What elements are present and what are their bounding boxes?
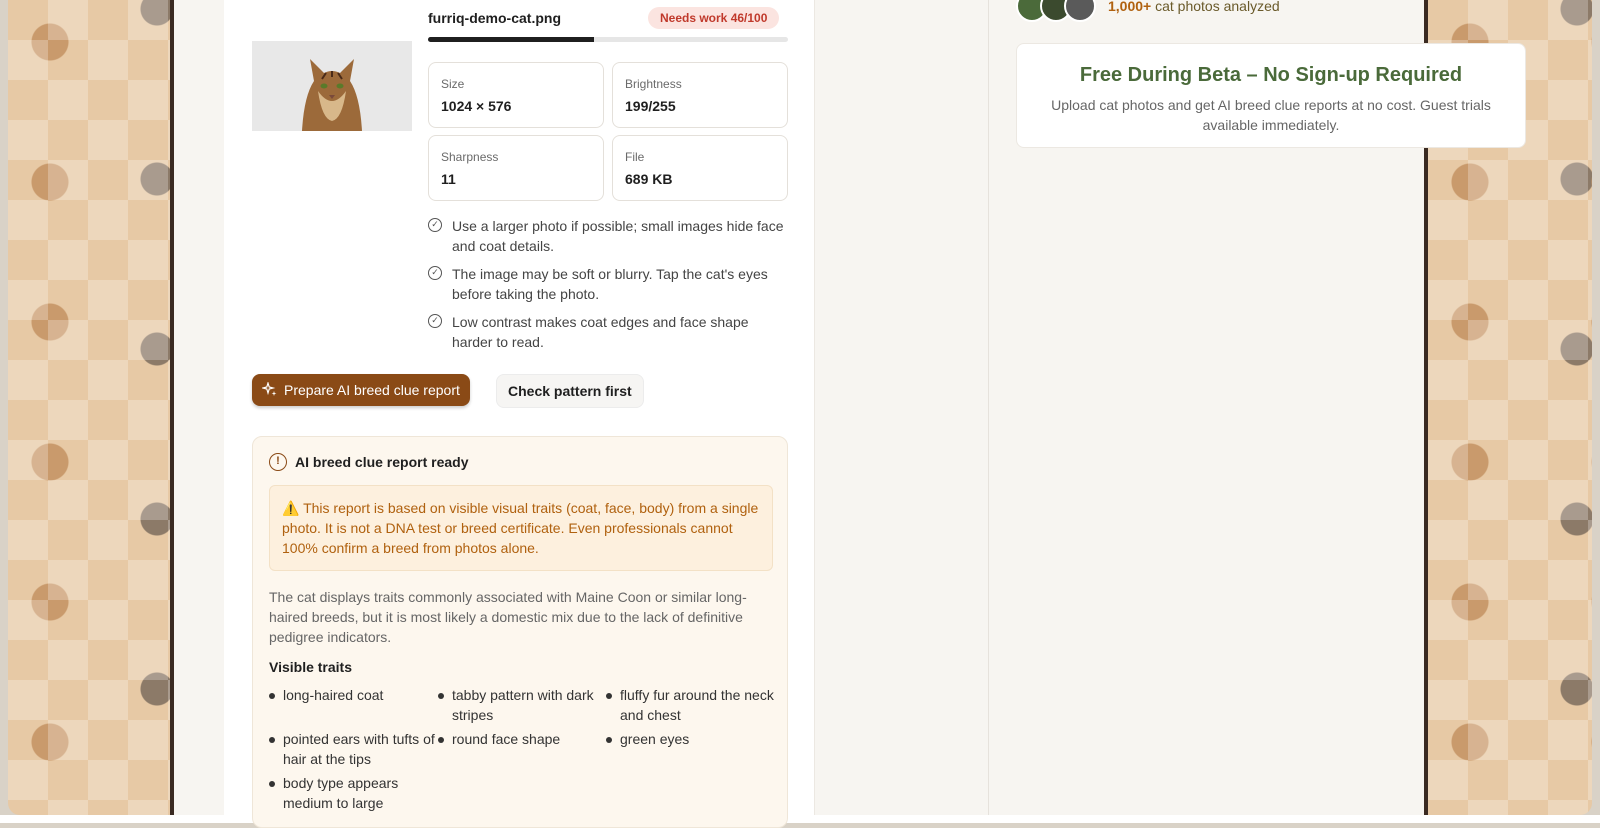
analyzed-label: cat photos analyzed [1155, 0, 1280, 14]
stat-file-size: File 689 KB [612, 135, 788, 201]
check-pattern-label: Check pattern first [508, 383, 632, 399]
trait-item: round face shape [438, 729, 612, 749]
check-circle-icon: ✓ [428, 218, 442, 232]
prepare-report-button[interactable]: Prepare AI breed clue report [252, 374, 470, 406]
quality-progress-fill [428, 37, 594, 42]
tip-text: Use a larger photo if possible; small im… [452, 218, 784, 254]
social-proof-text: 1,000+ cat photos analyzed [1108, 0, 1280, 14]
beta-title: Free During Beta – No Sign-up Required [1079, 64, 1463, 86]
quality-progress-bar [428, 37, 788, 42]
report-summary: The cat displays traits commonly associa… [269, 589, 747, 645]
beta-description: Upload cat photos and get AI breed clue … [1051, 97, 1491, 133]
check-circle-icon: ✓ [428, 266, 442, 280]
stat-label: Size [441, 77, 465, 91]
stat-brightness: Brightness 199/255 [612, 62, 788, 128]
stat-label: Brightness [625, 77, 682, 91]
trait-item: body type appears medium to large [269, 773, 443, 813]
stat-value: 1024 × 576 [441, 98, 512, 114]
stat-size: Size 1024 × 576 [428, 62, 604, 128]
report-header: ! AI breed clue report ready [269, 453, 469, 471]
report-title: AI breed clue report ready [295, 454, 469, 470]
stat-label: File [625, 150, 645, 164]
trait-item: fluffy fur around the neck and chest [606, 685, 780, 725]
prepare-report-label: Prepare AI breed clue report [284, 382, 460, 398]
trait-item: pointed ears with tufts of hair at the t… [269, 729, 443, 769]
tip-item: ✓ Use a larger photo if possible; small … [428, 216, 788, 256]
stat-value: 199/255 [625, 98, 676, 114]
trait-item: long-haired coat [269, 685, 443, 705]
check-pattern-button[interactable]: Check pattern first [496, 374, 644, 408]
visible-traits-title: Visible traits [269, 659, 353, 675]
tip-text: Low contrast makes coat edges and face s… [452, 314, 749, 350]
alert-circle-icon: ! [269, 453, 287, 471]
breed-report-card: ! AI breed clue report ready ⚠️ This rep… [252, 436, 788, 828]
stat-value: 689 KB [625, 171, 673, 187]
stat-label: Sharpness [441, 150, 499, 164]
tip-text: The image may be soft or blurry. Tap the… [452, 266, 768, 302]
column-divider [988, 0, 989, 815]
disclaimer-warning: ⚠️ This report is based on visible visua… [269, 485, 773, 571]
sparkle-icon [262, 382, 277, 396]
beta-info-card: Free During Beta – No Sign-up Required U… [1016, 43, 1526, 148]
tip-item: ✓ Low contrast makes coat edges and face… [428, 312, 788, 352]
cat-photo-thumbnail [252, 41, 412, 131]
main-panel: furriq-demo-cat.png Needs work 46/100 Si… [174, 0, 1526, 828]
decorative-cat-pattern-left [8, 0, 170, 815]
stat-value: 11 [441, 171, 456, 187]
stat-sharpness: Sharpness 11 [428, 135, 604, 201]
trait-item: green eyes [606, 729, 780, 749]
window-bottom-edge [0, 815, 1600, 823]
check-circle-icon: ✓ [428, 314, 442, 328]
analyzed-count: 1,000+ [1108, 0, 1152, 14]
file-name: furriq-demo-cat.png [428, 10, 561, 26]
quality-score-badge: Needs work 46/100 [648, 7, 780, 29]
tip-item: ✓ The image may be soft or blurry. Tap t… [428, 264, 788, 304]
trait-item: tabby pattern with dark stripes [438, 685, 612, 725]
avatar [1064, 0, 1096, 22]
social-proof: 1,000+ cat photos analyzed [1016, 0, 1280, 22]
